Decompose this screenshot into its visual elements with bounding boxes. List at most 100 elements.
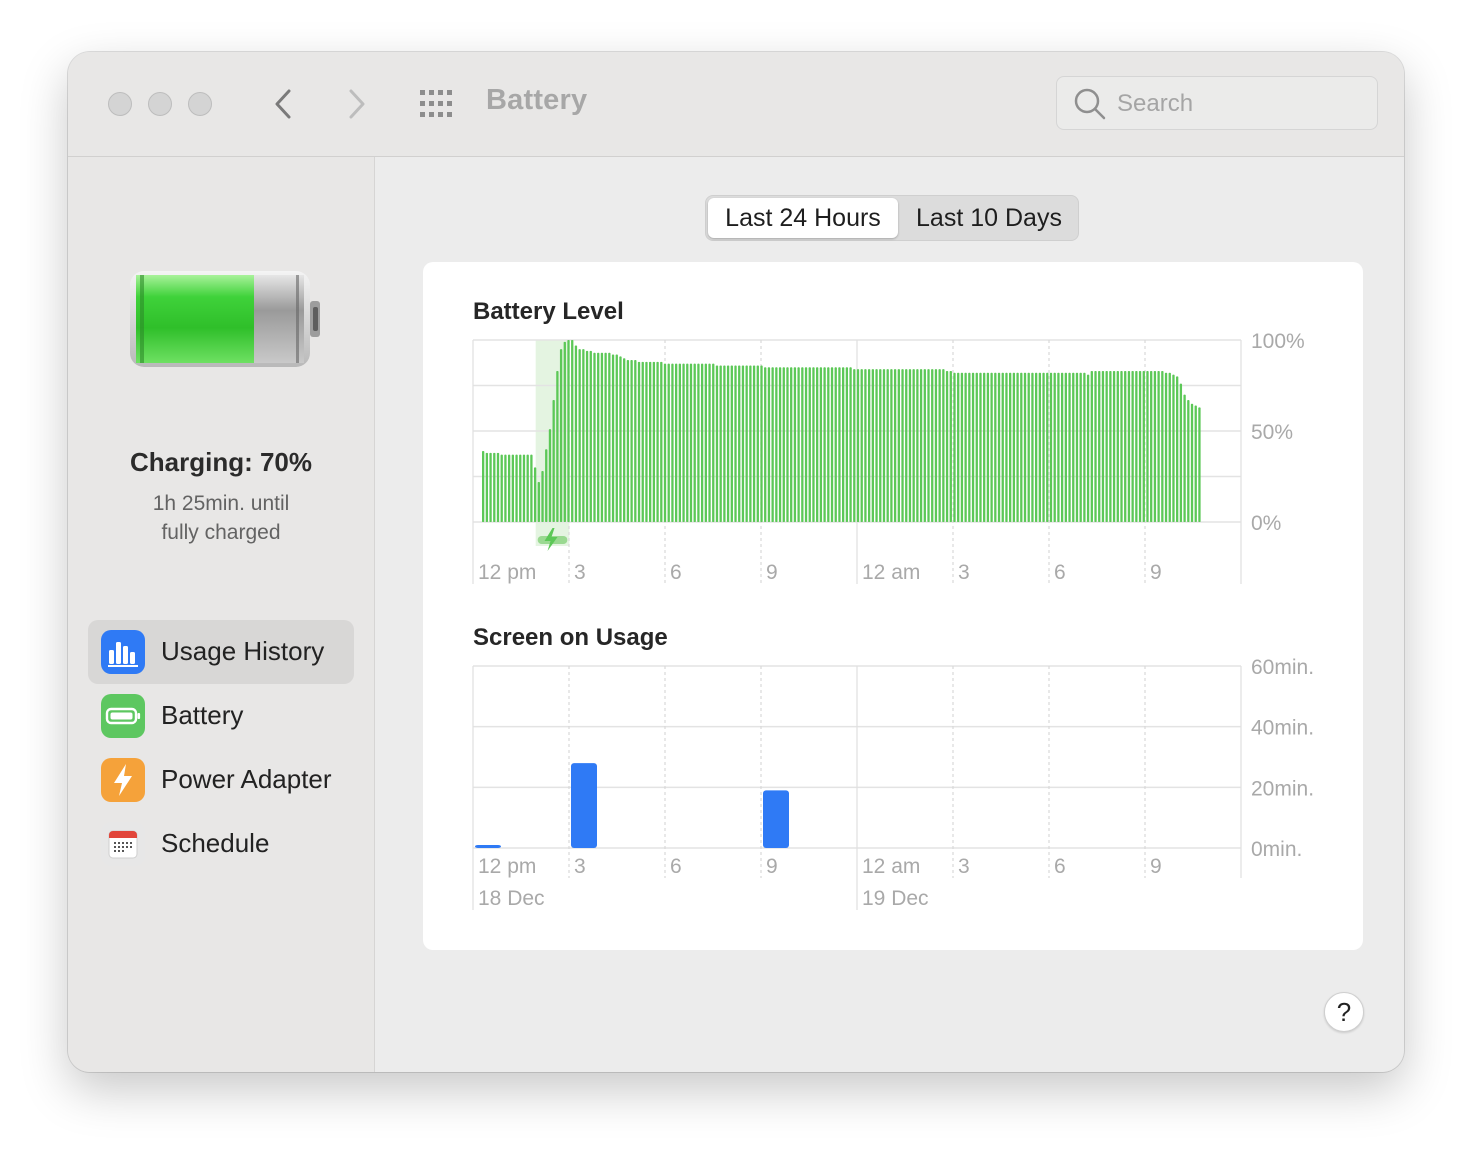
battery-level-bar xyxy=(830,367,834,522)
battery-x-tick-label: 12 am xyxy=(862,561,920,584)
battery-level-bar xyxy=(812,367,815,522)
usage-x-tick-label: 9 xyxy=(1150,855,1162,878)
battery-level-bar xyxy=(1161,370,1164,522)
usage-history-card: Battery Level Screen on Usage 100% 50% 0% 1… xyxy=(423,262,1363,950)
battery-level-bar xyxy=(778,367,782,522)
close-window-button[interactable] xyxy=(108,92,132,116)
battery-level-bar xyxy=(604,352,607,522)
battery-level-bar xyxy=(1042,372,1045,522)
battery-level-bar xyxy=(767,367,771,522)
battery-level-bar xyxy=(1027,372,1030,522)
battery-level-bar xyxy=(693,363,696,522)
battery-level-bar xyxy=(585,350,589,522)
battery-level-bar xyxy=(1124,370,1127,522)
battery-level-bar xyxy=(1020,372,1023,522)
battery-level-bar xyxy=(1072,372,1075,522)
battery-level-bar xyxy=(934,369,938,522)
forward-button[interactable] xyxy=(336,84,376,124)
battery-level-bar xyxy=(671,363,674,522)
usage-x-tick-label: 6 xyxy=(670,855,682,878)
usage-x-tick-label: 12 am xyxy=(862,855,920,878)
search-field[interactable] xyxy=(1056,76,1378,130)
battery-level-bar xyxy=(801,367,804,522)
battery-level-bar xyxy=(853,369,856,522)
battery-level-bar xyxy=(1016,372,1019,522)
show-all-grid-icon[interactable] xyxy=(418,88,458,120)
battery-level-bar xyxy=(559,349,563,522)
charging-time-line1: 1h 25min. until xyxy=(152,492,290,515)
battery-level-bar xyxy=(975,372,978,522)
battery-level-bar xyxy=(1094,370,1097,522)
bar-chart-icon xyxy=(101,630,145,674)
battery-level-bar xyxy=(1001,372,1004,522)
zoom-window-button[interactable] xyxy=(188,92,212,116)
tab-last-24-hours[interactable]: Last 24 Hours xyxy=(708,198,898,238)
battery-level-bar xyxy=(715,365,719,522)
battery-level-bar xyxy=(1138,370,1142,522)
preferences-window: Battery Search Charging: 70% 1h 25min. u… xyxy=(68,52,1404,1072)
battery-level-bar xyxy=(786,367,789,522)
battery-level-bar xyxy=(808,367,811,522)
battery-level-bar xyxy=(979,372,982,522)
battery-level-bar xyxy=(1168,372,1171,522)
battery-level-bar xyxy=(752,365,756,522)
search-input[interactable] xyxy=(1115,87,1359,121)
battery-level-bar xyxy=(667,363,670,522)
battery-level-bar xyxy=(890,369,893,522)
battery-level-bar xyxy=(1120,370,1123,522)
battery-level-bar xyxy=(945,370,949,522)
battery-level-bar xyxy=(649,361,652,522)
battery-level-bar xyxy=(660,361,663,522)
battery-level-bar xyxy=(1009,372,1012,522)
battery-y-tick-label: 100% xyxy=(1251,330,1305,353)
battery-level-bar xyxy=(689,363,693,522)
battery-level-bar xyxy=(919,369,923,522)
sidebar-item-schedule[interactable]: Schedule xyxy=(88,812,354,876)
battery-level-bar xyxy=(533,467,537,522)
usage-x-tick-label: 3 xyxy=(958,855,970,878)
battery-level-bar xyxy=(849,367,852,522)
battery-level-bar xyxy=(1187,400,1190,522)
battery-level-bar xyxy=(1038,372,1042,522)
battery-level-bar xyxy=(990,372,993,522)
minimize-window-button[interactable] xyxy=(148,92,172,116)
battery-level-bar xyxy=(545,449,548,522)
battery-level-bar xyxy=(574,345,578,522)
battery-level-bar xyxy=(916,369,919,522)
battery-level-bar xyxy=(504,454,507,522)
battery-level-bar xyxy=(507,454,511,522)
battery-level-bar xyxy=(1112,370,1116,522)
battery-level-bar xyxy=(686,363,689,522)
sidebar-item-usage-history[interactable]: Usage History xyxy=(88,620,354,684)
battery-level-bar xyxy=(1083,372,1086,522)
screen-usage-bar xyxy=(475,844,501,848)
battery-level-bar xyxy=(1198,407,1201,522)
battery-x-tick-label: 3 xyxy=(958,561,970,584)
back-button[interactable] xyxy=(264,84,304,124)
battery-level-bar xyxy=(871,369,875,522)
usage-x-tick-label: 6 xyxy=(1054,855,1066,878)
battery-level-bar xyxy=(548,429,552,522)
main-pane: Last 24 Hours Last 10 Days Battery Level… xyxy=(375,157,1404,1072)
chevron-right-icon xyxy=(349,89,365,119)
battery-level-bar xyxy=(797,367,800,522)
sidebar-item-battery[interactable]: Battery xyxy=(88,684,354,748)
battery-level-bar xyxy=(641,361,644,522)
battery-level-bar xyxy=(1179,383,1183,522)
battery-level-bar xyxy=(496,452,500,522)
screen-usage-bar xyxy=(571,763,597,848)
battery-level-bar xyxy=(663,363,667,522)
battery-level-bar xyxy=(1194,405,1197,522)
battery-level-bar xyxy=(1164,372,1168,522)
battery-level-bar xyxy=(1049,372,1053,522)
usage-x-tick-label: 9 xyxy=(766,855,778,878)
battery-x-tick-label: 3 xyxy=(574,561,586,584)
battery-level-bar xyxy=(593,352,596,522)
battery-level-bar xyxy=(511,454,515,522)
sidebar-item-label: Power Adapter xyxy=(161,764,332,794)
sidebar-item-power-adapter[interactable]: Power Adapter xyxy=(88,748,354,812)
tab-last-10-days[interactable]: Last 10 Days xyxy=(902,198,1076,238)
battery-level-bar xyxy=(953,372,956,522)
help-button[interactable]: ? xyxy=(1324,992,1364,1032)
battery-level-bar xyxy=(957,372,960,522)
